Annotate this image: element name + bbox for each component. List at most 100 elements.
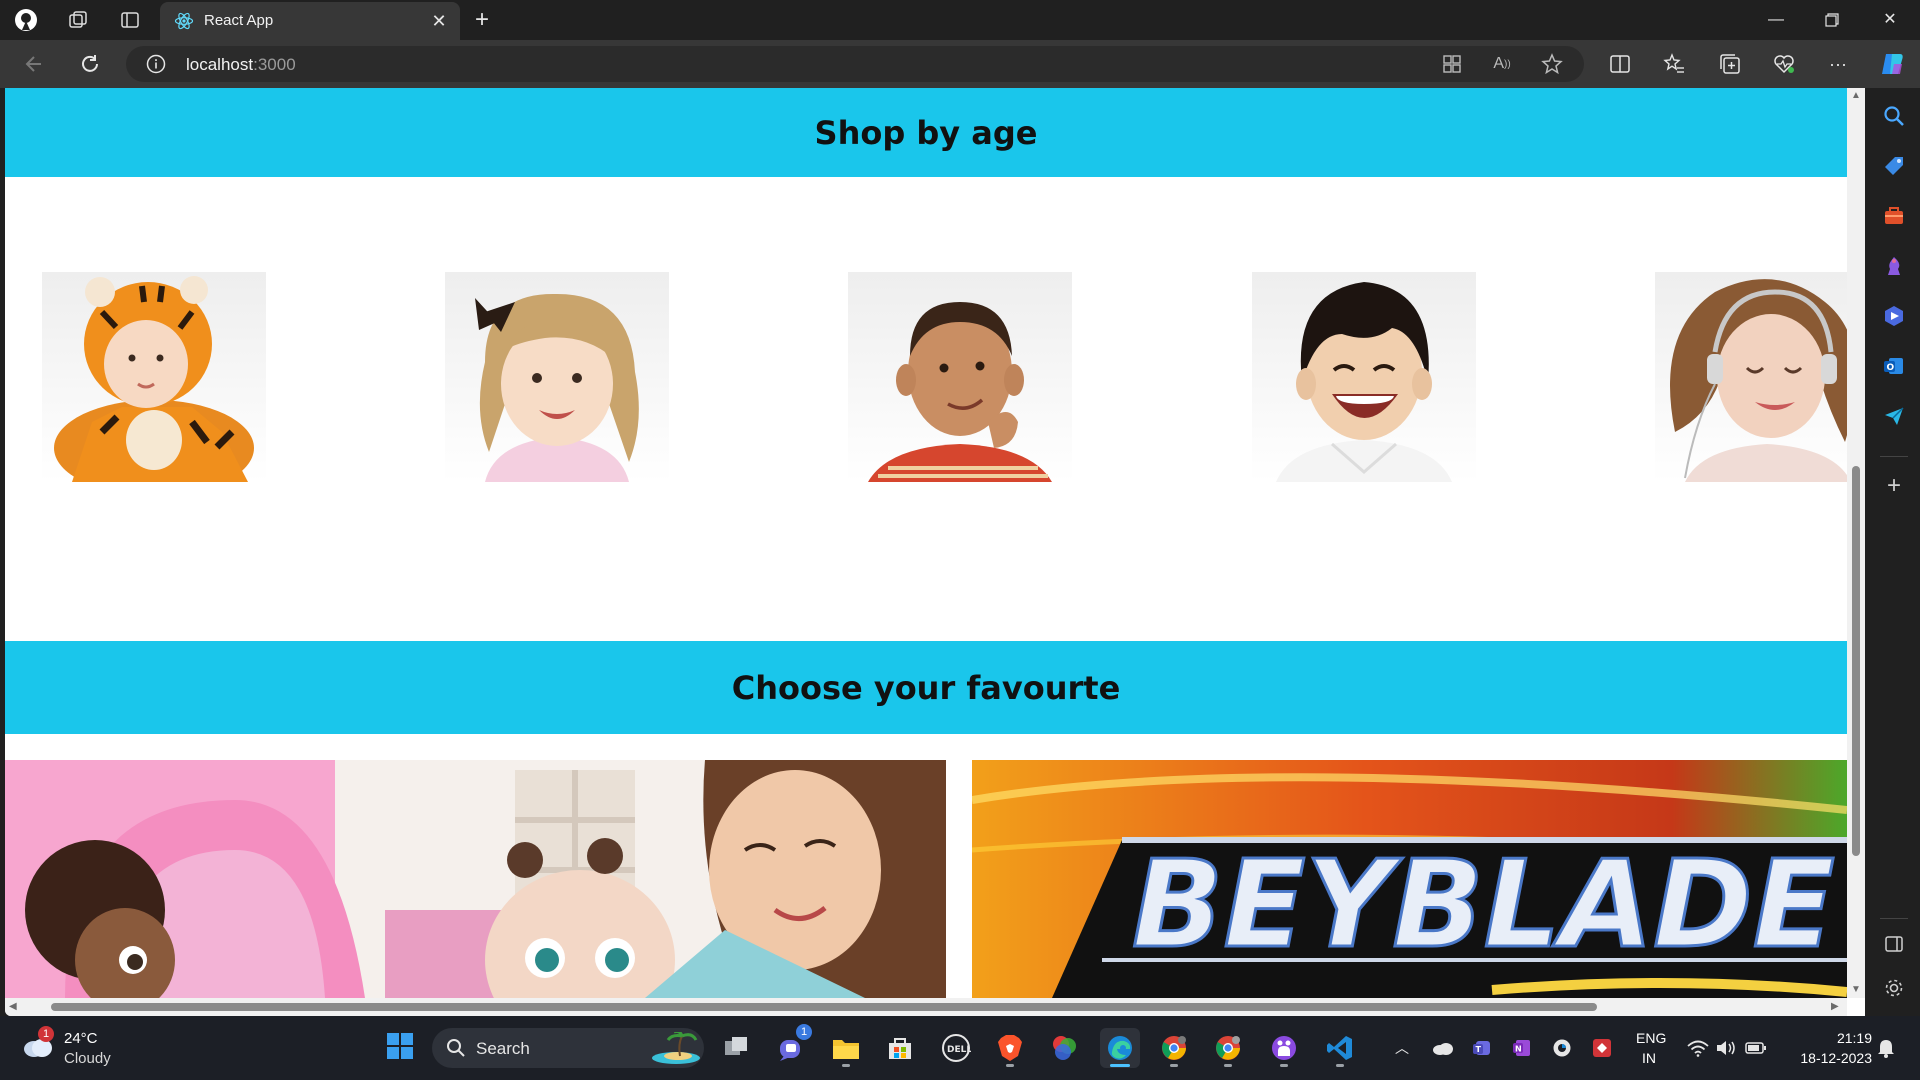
edge-tray-icon[interactable]: [1550, 1036, 1574, 1060]
games-chess-icon[interactable]: [1880, 252, 1908, 280]
weather-alert-badge: 1: [38, 1026, 54, 1042]
shopping-tag-icon[interactable]: [1880, 152, 1908, 180]
copilot-icon[interactable]: [1878, 50, 1906, 78]
weather-widget[interactable]: 1 24°C Cloudy: [18, 1016, 138, 1080]
scroll-left-arrow-icon[interactable]: ◀: [9, 1001, 17, 1012]
brave-browser-app[interactable]: [990, 1028, 1030, 1068]
outlook-icon[interactable]: O: [1880, 352, 1908, 380]
smiling-boy-image: [1276, 282, 1452, 482]
scroll-down-arrow-icon[interactable]: ▼: [1851, 984, 1861, 995]
wifi-icon[interactable]: [1686, 1036, 1710, 1060]
scroll-right-arrow-icon[interactable]: ▶: [1831, 1001, 1839, 1012]
browser-title-bar: React App ✕ + — ✕: [0, 0, 1920, 40]
send-paper-plane-icon[interactable]: [1880, 402, 1908, 430]
workspaces-icon[interactable]: [66, 8, 90, 32]
svg-text:T: T: [1476, 1045, 1482, 1054]
close-tab-icon[interactable]: ✕: [428, 10, 450, 32]
hide-sidebar-icon[interactable]: [1880, 930, 1908, 958]
taskbar-search-box[interactable]: Search: [432, 1028, 704, 1068]
collections-icon[interactable]: [1716, 50, 1744, 78]
search-label: Search: [476, 1039, 530, 1058]
dell-app[interactable]: DELL: [936, 1028, 976, 1068]
notification-bell-icon[interactable]: [1874, 1036, 1898, 1060]
girl-headphones-image: [1670, 279, 1847, 482]
running-indicator: [842, 1064, 850, 1067]
app-available-icon[interactable]: [1440, 52, 1464, 76]
onenote-icon[interactable]: N: [1510, 1036, 1534, 1060]
clock-time[interactable]: 21:19: [1792, 1030, 1872, 1046]
language-indicator[interactable]: ENG: [1636, 1030, 1666, 1046]
favourite-banner: Choose your favourte: [5, 641, 1847, 734]
search-icon: [446, 1038, 466, 1063]
tools-briefcase-icon[interactable]: [1880, 202, 1908, 230]
horizontal-scroll-thumb[interactable]: [51, 1003, 1597, 1011]
app-tray-icon[interactable]: [1590, 1036, 1614, 1060]
refresh-icon[interactable]: [76, 50, 104, 78]
more-options-icon[interactable]: ···: [1824, 50, 1852, 78]
favourite-heading: Choose your favourte: [731, 668, 1121, 707]
page-viewport: Shop by age Choose your favourte BEYBLAD…: [5, 88, 1865, 1016]
horizontal-scrollbar[interactable]: ◀ ▶: [5, 998, 1847, 1016]
chat-notification-badge: 1: [796, 1024, 812, 1040]
read-aloud-icon[interactable]: A)): [1490, 52, 1514, 76]
chrome-app-2[interactable]: [1208, 1028, 1248, 1068]
close-window-button[interactable]: ✕: [1862, 0, 1918, 40]
favorites-icon[interactable]: [1660, 50, 1688, 78]
age-card-baby[interactable]: [42, 272, 266, 482]
running-indicator: [1336, 1064, 1344, 1067]
edge-browser-app[interactable]: [1100, 1028, 1140, 1068]
weather-description: Cloudy: [64, 1050, 111, 1067]
vertical-scroll-thumb[interactable]: [1852, 466, 1860, 856]
minimize-button[interactable]: —: [1748, 0, 1804, 40]
browser-essentials-icon[interactable]: [1770, 50, 1798, 78]
tab-actions-icon[interactable]: [118, 8, 142, 32]
site-info-icon[interactable]: [144, 52, 168, 76]
profile-avatar-icon[interactable]: [14, 8, 38, 32]
back-arrow-icon[interactable]: [20, 50, 48, 78]
age-card-toddler[interactable]: [445, 272, 669, 482]
clock-date: 18-12-2023: [1800, 1050, 1872, 1066]
restore-button[interactable]: [1804, 0, 1860, 40]
onedrive-cloud-icon[interactable]: [1430, 1036, 1454, 1060]
react-logo-icon: [174, 11, 194, 36]
teams-chat-app[interactable]: 1: [772, 1024, 812, 1068]
scroll-up-arrow-icon[interactable]: ▲: [1851, 90, 1861, 101]
copilot-hexagon-icon[interactable]: [1880, 302, 1908, 330]
vertical-scrollbar[interactable]: ▲ ▼: [1847, 88, 1865, 998]
age-card-girl-headphones[interactable]: [1655, 272, 1847, 482]
start-button[interactable]: [380, 1028, 420, 1068]
chrome-app-1[interactable]: [1154, 1028, 1194, 1068]
show-hidden-icons-chevron-icon[interactable]: ︿: [1390, 1036, 1414, 1060]
vscode-app[interactable]: [1320, 1028, 1360, 1068]
region-indicator: IN: [1642, 1050, 1656, 1066]
running-indicator: [1224, 1064, 1232, 1067]
age-card-boy-smiling[interactable]: [1252, 272, 1476, 482]
search-icon[interactable]: [1880, 102, 1908, 130]
age-card-boy-thinking[interactable]: [848, 272, 1072, 482]
teams-tray-icon[interactable]: T: [1470, 1036, 1494, 1060]
beyblade-banner-image: BEYBLADE: [972, 760, 1847, 998]
baby-tiger-image: [54, 276, 254, 482]
new-tab-button[interactable]: +: [468, 6, 496, 34]
settings-gear-icon[interactable]: [1880, 974, 1908, 1002]
volume-icon[interactable]: [1714, 1036, 1738, 1060]
weather-temperature: 24°C: [64, 1030, 98, 1047]
github-desktop-app[interactable]: [1264, 1028, 1304, 1068]
task-view-button[interactable]: [716, 1028, 756, 1068]
microsoft-store-app[interactable]: [880, 1028, 920, 1068]
address-bar[interactable]: localhost:3000 A)): [126, 46, 1584, 82]
edge-sidebar: O +: [1868, 88, 1920, 1016]
tab-react-app[interactable]: React App ✕: [160, 2, 460, 40]
split-screen-icon[interactable]: [1606, 50, 1634, 78]
url-text: localhost:3000: [186, 55, 296, 74]
file-explorer-app[interactable]: [826, 1028, 866, 1068]
favourite-card-doll[interactable]: [5, 760, 946, 998]
battery-icon[interactable]: [1744, 1036, 1768, 1060]
add-sidebar-app-icon[interactable]: +: [1880, 472, 1908, 500]
favorite-star-icon[interactable]: [1540, 52, 1564, 76]
beyblade-logo-text: BEYBLADE: [1132, 836, 1835, 975]
sidebar-divider-bottom: [1880, 918, 1908, 919]
favourite-card-beyblade[interactable]: BEYBLADE: [972, 760, 1847, 998]
color-app[interactable]: [1044, 1028, 1084, 1068]
windows-taskbar: 1 24°C Cloudy Search 1 DELL ︿ T N ENG IN…: [0, 1016, 1920, 1080]
